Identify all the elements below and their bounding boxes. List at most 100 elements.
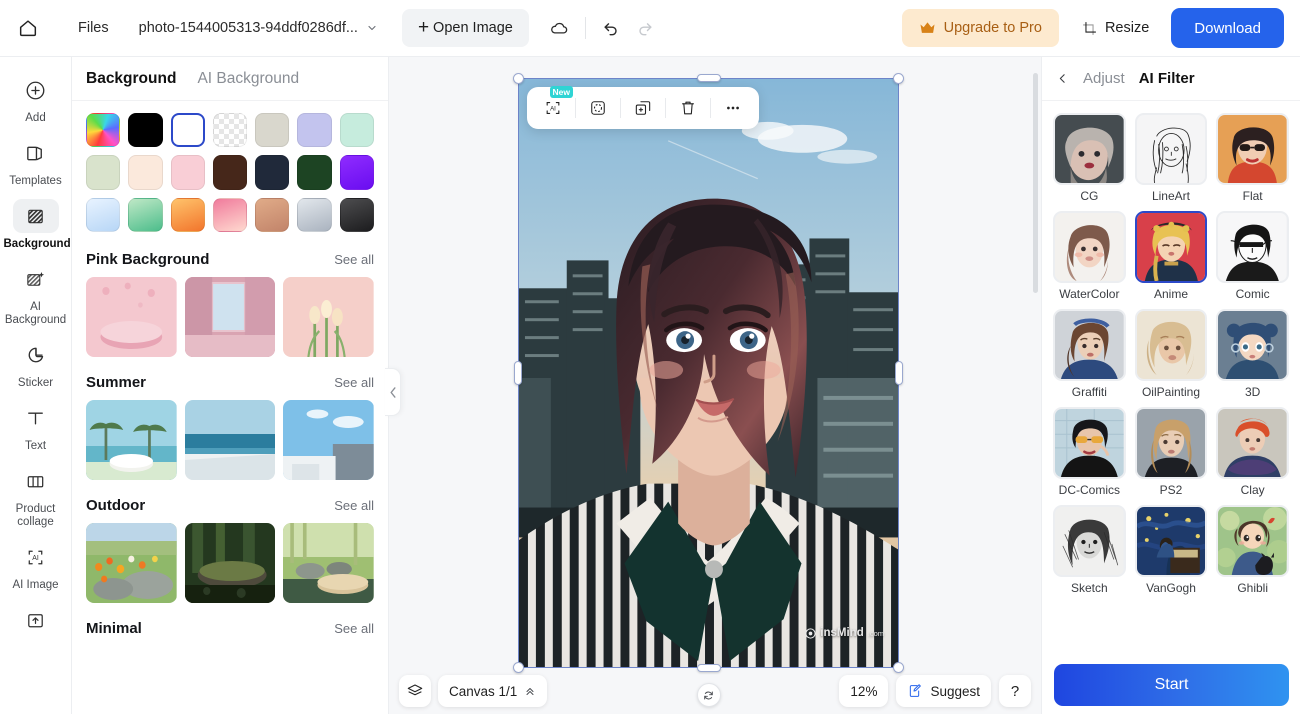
swatch-rainbow-gradient[interactable]	[86, 113, 121, 148]
rail-item-upload[interactable]	[4, 601, 68, 642]
rail-item-sticker[interactable]: Sticker	[4, 336, 68, 390]
upgrade-to-pro-button[interactable]: Upgrade to Pro	[901, 9, 1059, 47]
suggest-button[interactable]: Suggest	[896, 675, 991, 707]
tab-adjust[interactable]: Adjust	[1083, 70, 1125, 87]
filter-thumb	[1216, 211, 1289, 283]
home-icon[interactable]	[0, 0, 56, 57]
swatch-mint[interactable]	[339, 113, 375, 148]
filter-flat[interactable]: Flat	[1216, 113, 1289, 203]
resize-handle-top-left[interactable]	[513, 73, 524, 84]
collapse-panel-button[interactable]	[385, 368, 401, 416]
swatch-green-gradient[interactable]	[128, 197, 163, 232]
filter-oilpainting[interactable]: OilPainting	[1134, 309, 1208, 399]
canvas-scrollbar-thumb[interactable]	[1033, 73, 1038, 293]
thumb-zen-garden-podium[interactable]	[283, 522, 374, 603]
filter-sketch[interactable]: Sketch	[1053, 505, 1126, 595]
swatch-warm-grey[interactable]	[255, 113, 290, 148]
thumb-pink-tulips[interactable]	[283, 276, 374, 357]
filename-label: photo-1544005313-94ddf0286df...	[138, 20, 358, 36]
filter-vangogh[interactable]: VanGogh	[1134, 505, 1208, 595]
selected-image-object[interactable]: insMind .com AI New	[513, 73, 904, 707]
canvas-selector[interactable]: Canvas 1/1	[438, 675, 548, 707]
swatch-pink[interactable]	[170, 155, 205, 190]
cloud-sync-icon[interactable]	[543, 11, 577, 45]
more-button[interactable]	[711, 91, 755, 125]
swatch-orange-gradient[interactable]	[170, 197, 205, 232]
swatch-sage[interactable]	[86, 155, 121, 190]
rail-item-background[interactable]: Background	[4, 197, 71, 251]
rail-item-ai-background[interactable]: AI Background	[4, 260, 68, 327]
swatch-silver-gradient[interactable]	[297, 197, 332, 232]
filter-lineart[interactable]: LineArt	[1134, 113, 1208, 203]
download-button[interactable]: Download	[1171, 8, 1284, 48]
thumb-white-block-sky[interactable]	[283, 399, 374, 480]
swatch-rose-gradient[interactable]	[212, 197, 248, 232]
tab-ai-background[interactable]: AI Background	[197, 70, 299, 88]
swatch-charcoal-gradient[interactable]	[339, 197, 375, 232]
filter-watercolor[interactable]: WaterColor	[1053, 211, 1126, 301]
ai-tool-button[interactable]: AI New	[531, 86, 575, 125]
resize-handle-top[interactable]	[696, 74, 721, 82]
thumb-flower-meadow-rocks[interactable]	[86, 522, 177, 603]
resize-handle-top-right[interactable]	[893, 73, 904, 84]
filter-cg[interactable]: CG	[1053, 113, 1126, 203]
swatch-periwinkle[interactable]	[297, 113, 332, 148]
swatch-forest-green[interactable]	[297, 155, 332, 190]
start-button[interactable]: Start	[1054, 664, 1289, 706]
thumb-ocean-horizon[interactable]	[184, 399, 276, 480]
filter-graffiti[interactable]: Graffiti	[1053, 309, 1126, 399]
layers-button[interactable]	[399, 675, 431, 707]
zoom-level[interactable]: 12%	[839, 675, 889, 707]
filter-label: Graffiti	[1071, 385, 1107, 399]
see-all-pink[interactable]: See all	[334, 252, 374, 267]
filter-comic[interactable]: Comic	[1216, 211, 1289, 301]
files-button[interactable]: Files	[66, 14, 121, 42]
canvas-scrollbar[interactable]	[1033, 61, 1038, 710]
filter-dc-comics[interactable]: DC-Comics	[1053, 407, 1126, 497]
swatch-navy[interactable]	[255, 155, 290, 190]
filter-ghibli[interactable]: Ghibli	[1216, 505, 1289, 595]
help-button[interactable]: ?	[999, 675, 1031, 707]
see-all-outdoor[interactable]: See all	[334, 498, 374, 513]
thumb-palm-beach-podium[interactable]	[86, 399, 177, 480]
filter-ps2[interactable]: PS2	[1134, 407, 1208, 497]
rail-item-ai-image[interactable]: AI AI Image	[4, 538, 68, 592]
see-all-summer[interactable]: See all	[334, 375, 374, 390]
undo-icon[interactable]	[594, 11, 628, 45]
swatch-black[interactable]	[128, 113, 163, 148]
swatch-dark-brown[interactable]	[212, 155, 248, 190]
resize-button[interactable]: Resize	[1067, 9, 1163, 47]
rail-item-text[interactable]: Text	[4, 399, 68, 453]
rail-item-add[interactable]: Add	[4, 71, 68, 125]
tab-ai-filter[interactable]: AI Filter	[1139, 70, 1195, 87]
swatch-white[interactable]	[170, 113, 205, 148]
redo-icon[interactable]	[628, 11, 662, 45]
rail-item-product-collage[interactable]: Product collage	[4, 462, 68, 529]
duplicate-button[interactable]	[621, 91, 665, 125]
filter-anime[interactable]: Anime	[1134, 211, 1208, 301]
swatch-transparent[interactable]	[212, 113, 248, 148]
thumb-mossy-rock-forest[interactable]	[184, 522, 276, 603]
filter-thumb	[1216, 505, 1289, 577]
retouch-button[interactable]	[576, 91, 620, 125]
tab-background[interactable]: Background	[86, 70, 176, 88]
filter-clay[interactable]: Clay	[1216, 407, 1289, 497]
chevron-left-icon[interactable]	[1056, 72, 1069, 85]
canvas-area[interactable]: insMind .com AI New	[389, 57, 1041, 714]
resize-handle-left[interactable]	[514, 361, 522, 385]
chevron-left-icon	[389, 386, 396, 398]
filename-dropdown[interactable]: photo-1544005313-94ddf0286df...	[139, 20, 378, 36]
open-image-button[interactable]: + Open Image	[401, 9, 529, 47]
swatch-violet[interactable]	[339, 155, 375, 190]
swatch-tan-gradient[interactable]	[255, 197, 290, 232]
upload-folder-icon	[13, 603, 59, 637]
swatch-sky-gradient[interactable]	[86, 197, 121, 232]
see-all-minimal[interactable]: See all	[334, 621, 374, 636]
swatch-cream[interactable]	[128, 155, 163, 190]
thumb-pink-podium[interactable]	[86, 276, 177, 357]
delete-button[interactable]	[666, 91, 710, 125]
filter-3d[interactable]: 3D	[1216, 309, 1289, 399]
thumb-pink-curtain-window[interactable]	[184, 276, 276, 357]
rail-item-templates[interactable]: Templates	[4, 134, 68, 188]
resize-handle-right[interactable]	[895, 361, 903, 385]
